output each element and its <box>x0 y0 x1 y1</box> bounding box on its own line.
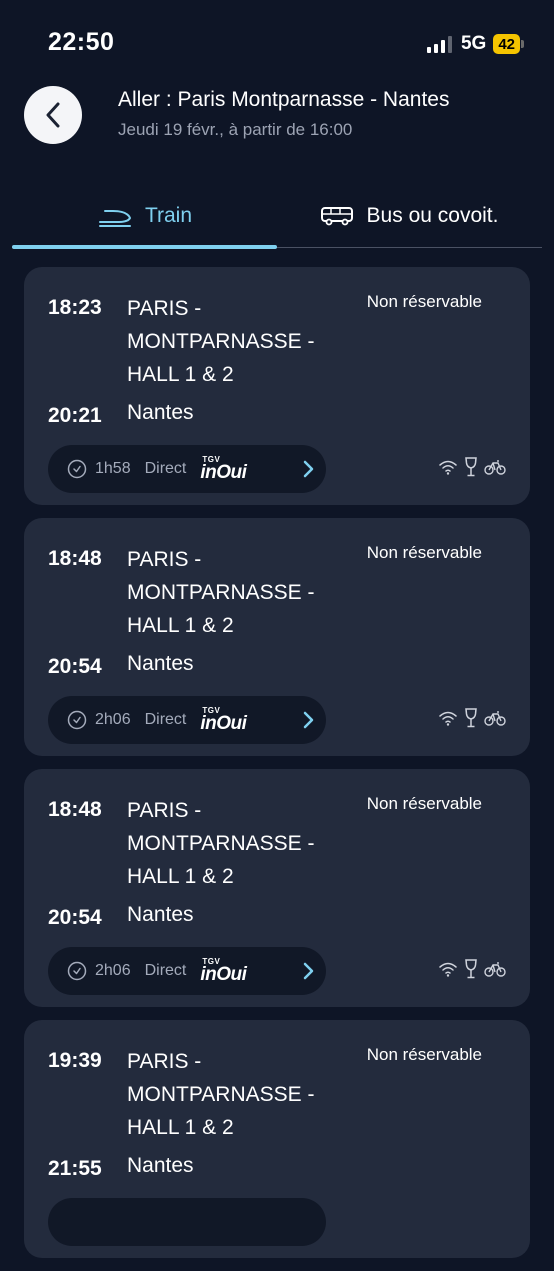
arrival-time: 20:21 <box>48 404 102 427</box>
journey-list: 18:23 PARIS - MONTPARNASSE - HALL 1 & 2 … <box>24 267 530 1271</box>
page-subtitle: Jeudi 19 févr., à partir de 16:00 <box>118 120 353 139</box>
page-title: Aller : Paris Montparnasse - Nantes <box>118 88 450 111</box>
journey-duration: 1h58 <box>95 460 131 477</box>
journey-card[interactable]: 18:48 PARIS - MONTPARNASSE - HALL 1 & 2 … <box>24 518 530 756</box>
bar-icon <box>465 457 477 477</box>
status-right: 5G 42 <box>426 33 524 55</box>
amenities <box>438 959 506 979</box>
departure-station: PARIS - MONTPARNASSE - HALL 1 & 2 <box>127 548 315 637</box>
journey-type: Direct <box>144 460 187 477</box>
departure-time: 19:39 <box>48 1049 102 1072</box>
bike-icon <box>484 711 506 726</box>
tgv-inoui-logo: TGV inOui <box>200 455 247 483</box>
chevron-right-icon <box>302 962 314 980</box>
journey-type: Direct <box>144 711 187 728</box>
arrival-station: Nantes <box>127 401 194 424</box>
availability-status: Non réservable <box>366 292 482 311</box>
departure-time: 18:48 <box>48 798 102 821</box>
tab-bus[interactable]: Bus ou covoit. <box>277 186 542 246</box>
journey-details-button[interactable] <box>48 1198 326 1246</box>
status-time: 22:50 <box>48 28 115 56</box>
arrival-time: 21:55 <box>48 1157 102 1180</box>
network-type: 5G <box>460 33 487 54</box>
departure-time: 18:48 <box>48 547 102 570</box>
arrival-time: 20:54 <box>48 655 102 678</box>
tab-selected-indicator <box>12 245 277 249</box>
wifi-icon <box>439 711 457 726</box>
tab-train[interactable]: Train <box>12 186 277 246</box>
journey-card[interactable]: 19:39 PARIS - MONTPARNASSE - HALL 1 & 2 … <box>24 1020 530 1258</box>
chevron-left-icon <box>46 102 60 128</box>
departure-station: PARIS - MONTPARNASSE - HALL 1 & 2 <box>127 1050 315 1139</box>
journey-details-button[interactable]: 1h58 Direct TGV inOui <box>48 445 326 493</box>
battery-level: 42 <box>493 34 520 54</box>
bar-icon <box>465 708 477 728</box>
journey-type: Direct <box>144 962 187 979</box>
journey-duration: 2h06 <box>95 962 131 979</box>
clock-icon <box>67 459 87 479</box>
train-icon <box>98 210 131 227</box>
tgv-inoui-logo: TGV inOui <box>200 706 247 734</box>
availability-status: Non réservable <box>366 794 482 813</box>
journey-details-button[interactable]: 2h06 Direct TGV inOui <box>48 947 326 995</box>
bus-car-icon <box>320 207 353 226</box>
transport-tabs: Train Bus ou covoit. <box>12 186 542 250</box>
bike-icon <box>484 962 506 977</box>
status-bar: 22:50 5G 42 <box>0 0 554 84</box>
journey-card[interactable]: 18:23 PARIS - MONTPARNASSE - HALL 1 & 2 … <box>24 267 530 505</box>
wifi-icon <box>439 962 457 977</box>
arrival-station: Nantes <box>127 652 194 675</box>
signal-icon <box>426 35 452 53</box>
chevron-right-icon <box>302 460 314 478</box>
amenities <box>438 708 506 728</box>
arrival-station: Nantes <box>127 903 194 926</box>
wifi-icon <box>439 460 457 475</box>
departure-time: 18:23 <box>48 296 102 319</box>
clock-icon <box>67 961 87 981</box>
tab-train-label: Train <box>144 204 193 227</box>
journey-details-button[interactable]: 2h06 Direct TGV inOui <box>48 696 326 744</box>
clock-icon <box>67 710 87 730</box>
chevron-right-icon <box>302 711 314 729</box>
journey-duration: 2h06 <box>95 711 131 728</box>
availability-status: Non réservable <box>366 543 482 562</box>
arrival-time: 20:54 <box>48 906 102 929</box>
amenities <box>438 457 506 477</box>
back-button[interactable] <box>24 86 82 144</box>
tab-bus-label: Bus ou covoit. <box>366 204 499 227</box>
tgv-inoui-logo: TGV inOui <box>200 957 247 985</box>
arrival-station: Nantes <box>127 1154 194 1177</box>
journey-card[interactable]: 18:48 PARIS - MONTPARNASSE - HALL 1 & 2 … <box>24 769 530 1007</box>
bike-icon <box>484 460 506 475</box>
availability-status: Non réservable <box>366 1045 482 1064</box>
departure-station: PARIS - MONTPARNASSE - HALL 1 & 2 <box>127 799 315 888</box>
departure-station: PARIS - MONTPARNASSE - HALL 1 & 2 <box>127 297 315 386</box>
bar-icon <box>465 959 477 979</box>
battery-icon: 42 <box>493 34 524 54</box>
